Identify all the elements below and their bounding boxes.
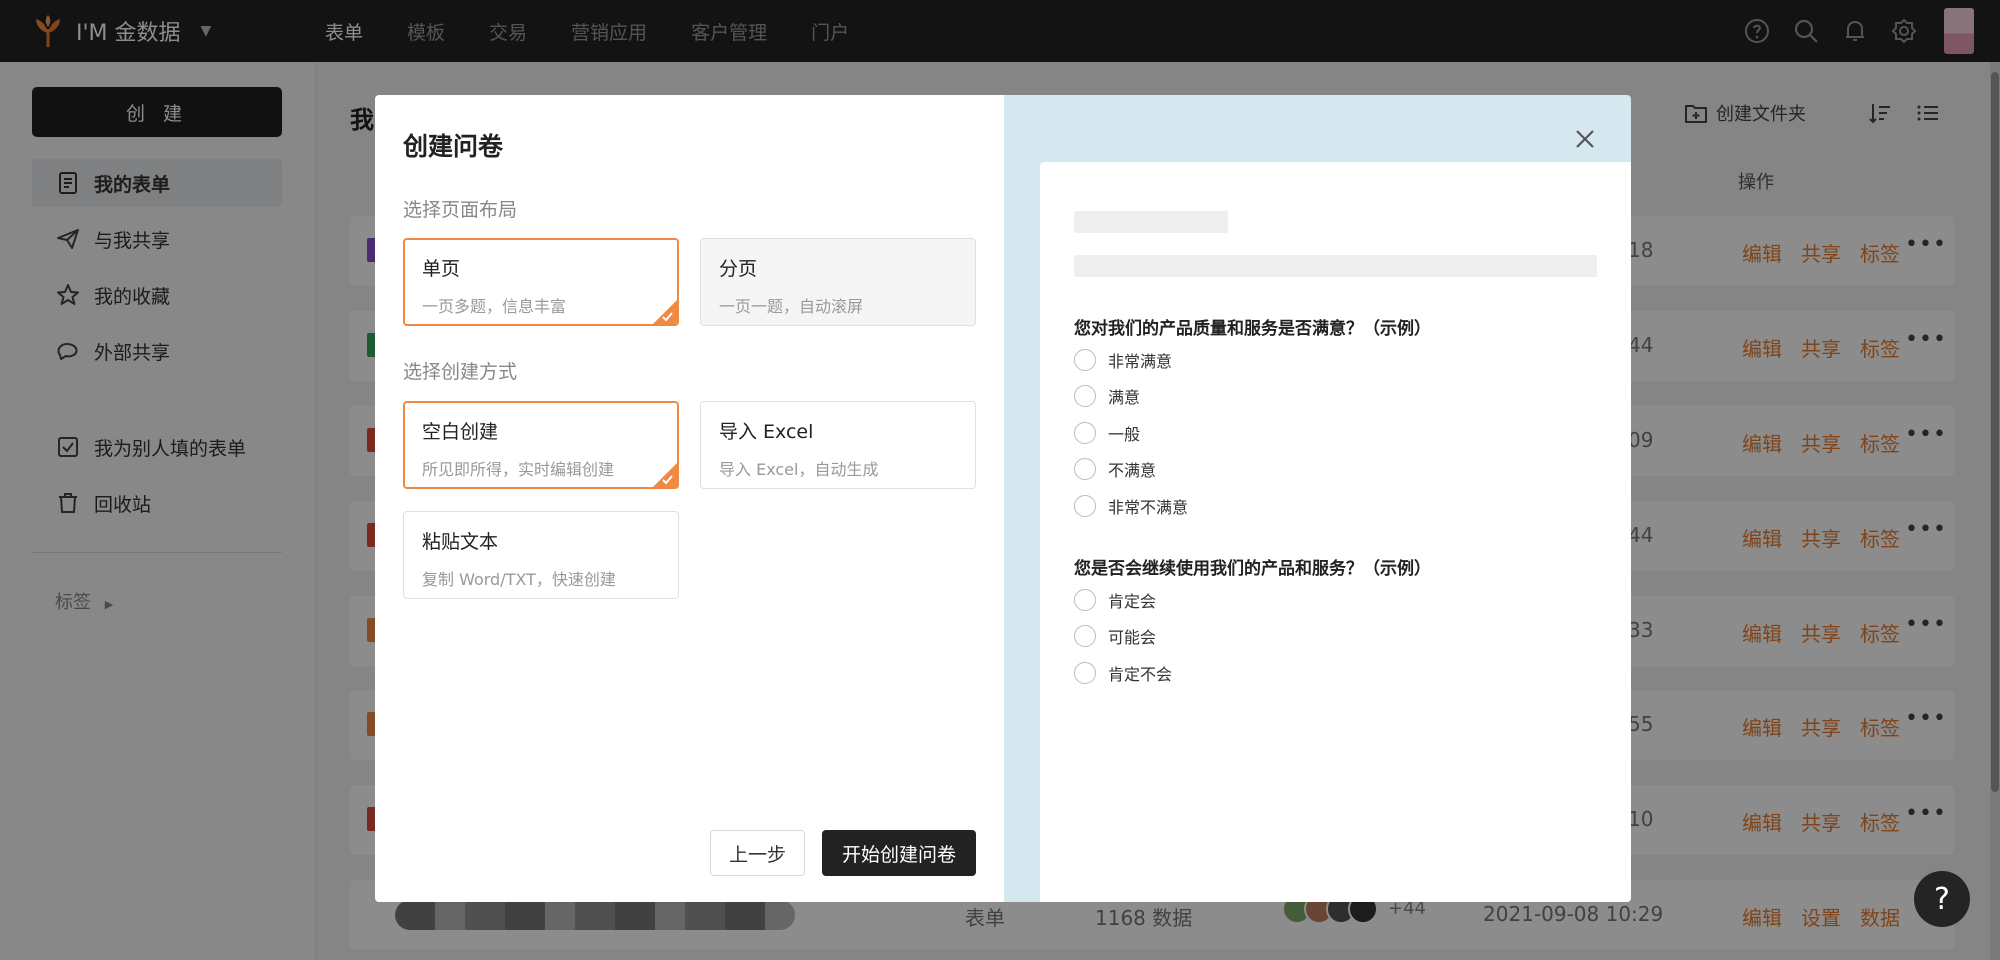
preview-radio-option: 非常满意 — [1074, 348, 1172, 372]
survey-preview: 您对我们的产品质量和服务是否满意？（示例） 非常满意 满意 一般 不满意 非常不… — [1040, 162, 1631, 902]
method-option-import-excel[interactable]: 导入 Excel 导入 Excel，自动生成 — [700, 401, 976, 489]
option-title: 空白创建 — [422, 421, 499, 443]
layout-option-paged[interactable]: 分页 一页一题，自动滚屏 — [700, 238, 976, 326]
option-desc: 复制 Word/TXT，快速创建 — [422, 570, 616, 589]
preview-radio-option: 可能会 — [1074, 624, 1156, 648]
option-label: 一般 — [1108, 425, 1141, 444]
selected-check-icon — [653, 463, 677, 487]
method-section-label: 选择创建方式 — [403, 361, 518, 383]
create-survey-dialog: 创建问卷 选择页面布局 单页 一页多题，信息丰富 分页 一页一题，自动滚屏 选择… — [375, 95, 1631, 902]
layout-section-label: 选择页面布局 — [403, 199, 518, 221]
preview-radio-option: 一般 — [1074, 421, 1140, 445]
option-desc: 一页多题，信息丰富 — [422, 297, 567, 316]
preview-question-title: 您是否会继续使用我们的产品和服务？（示例） — [1074, 559, 1431, 579]
preview-radio-option: 肯定不会 — [1074, 661, 1172, 685]
dialog-title: 创建问卷 — [403, 132, 504, 161]
preview-description-placeholder — [1074, 255, 1597, 277]
radio-icon — [1074, 589, 1096, 611]
option-label: 满意 — [1108, 388, 1141, 407]
option-label: 可能会 — [1108, 628, 1157, 647]
method-option-paste-text[interactable]: 粘贴文本 复制 Word/TXT，快速创建 — [403, 511, 679, 599]
radio-icon — [1074, 458, 1096, 480]
preview-radio-option: 不满意 — [1074, 457, 1156, 481]
preview-question-title: 您对我们的产品质量和服务是否满意？（示例） — [1074, 319, 1431, 339]
dialog-options-panel: 创建问卷 选择页面布局 单页 一页多题，信息丰富 分页 一页一题，自动滚屏 选择… — [375, 95, 1004, 902]
layout-option-single-page[interactable]: 单页 一页多题，信息丰富 — [403, 238, 679, 326]
radio-icon — [1074, 349, 1096, 371]
option-label: 肯定不会 — [1108, 665, 1173, 684]
radio-icon — [1074, 662, 1096, 684]
option-desc: 所见即所得，实时编辑创建 — [422, 460, 615, 479]
option-label: 不满意 — [1108, 461, 1157, 480]
selected-check-icon — [653, 300, 677, 324]
preview-radio-option: 满意 — [1074, 384, 1140, 408]
previous-step-button[interactable]: 上一步 — [710, 830, 805, 876]
radio-icon — [1074, 625, 1096, 647]
option-title: 分页 — [719, 258, 758, 280]
option-title: 单页 — [422, 258, 461, 280]
radio-icon — [1074, 385, 1096, 407]
option-label: 肯定会 — [1108, 592, 1157, 611]
close-icon[interactable] — [1573, 127, 1597, 151]
preview-radio-option: 肯定会 — [1074, 588, 1156, 612]
radio-icon — [1074, 495, 1096, 517]
option-desc: 一页一题，自动滚屏 — [719, 297, 864, 316]
method-option-blank[interactable]: 空白创建 所见即所得，实时编辑创建 — [403, 401, 679, 489]
preview-radio-option: 非常不满意 — [1074, 494, 1188, 518]
option-desc: 导入 Excel，自动生成 — [719, 460, 879, 479]
option-label: 非常不满意 — [1108, 498, 1189, 517]
radio-icon — [1074, 422, 1096, 444]
start-create-survey-button[interactable]: 开始创建问卷 — [822, 830, 976, 876]
option-title: 导入 Excel — [719, 421, 814, 443]
option-label: 非常满意 — [1108, 352, 1173, 371]
preview-title-placeholder — [1074, 211, 1228, 233]
help-floating-button[interactable]: ? — [1914, 871, 1970, 927]
option-title: 粘贴文本 — [422, 531, 499, 553]
